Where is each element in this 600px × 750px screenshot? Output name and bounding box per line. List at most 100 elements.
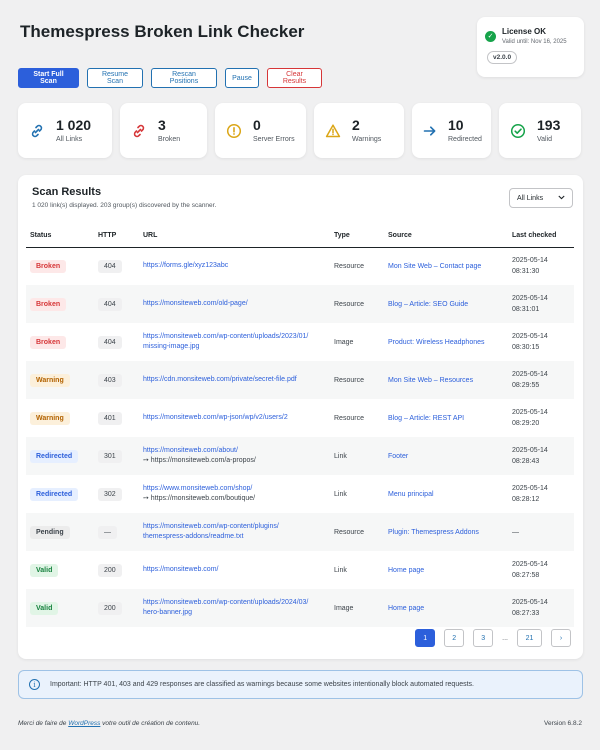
filter-select[interactable]: All Links <box>509 188 573 208</box>
http-code: 200 <box>98 563 122 577</box>
source-link[interactable]: Mon Site Web – Contact page <box>388 263 481 270</box>
pause-button[interactable]: Pause <box>225 68 259 88</box>
source-link[interactable]: Mon Site Web – Resources <box>388 377 473 384</box>
footer-prefix: Merci de faire de <box>18 720 69 727</box>
source-link[interactable]: Plugin: Themespress Addons <box>388 529 479 536</box>
source-link[interactable]: Footer <box>388 453 408 460</box>
stat-card-all-links: 1 020 All Links <box>18 103 112 158</box>
url-cell: https://monsiteweb.com/old-page/ <box>139 285 330 323</box>
source-link[interactable]: Menu principal <box>388 491 434 498</box>
source-link[interactable]: Blog – Article: SEO Guide <box>388 301 468 308</box>
info-icon: i <box>29 679 40 690</box>
column-header-url[interactable]: URL <box>139 225 330 248</box>
url-link[interactable]: https://monsiteweb.com/about/ <box>143 446 326 456</box>
last-checked-line: 2025-05-14 <box>512 295 548 302</box>
table-row: Warning 401 https://monsiteweb.com/wp-json… <box>26 399 574 437</box>
source-link[interactable]: Home page <box>388 567 424 574</box>
url-link[interactable]: hero-banner.jpg <box>143 608 326 618</box>
url-link[interactable]: https://cdn.monsiteweb.com/private/secre… <box>143 375 326 385</box>
toolbar: Start Full Scan Resume Scan Rescan Posit… <box>18 68 322 88</box>
last-checked-line: 2025-05-14 <box>512 447 548 454</box>
page-ellipsis: ... <box>502 634 508 642</box>
stat-value: 3 <box>158 117 166 133</box>
url-link[interactable]: https://monsiteweb.com/wp-content/upload… <box>143 332 326 342</box>
last-checked-line: 2025-05-14 <box>512 485 548 492</box>
pagination: 1 2 3 ... 21 › <box>415 629 571 647</box>
stat-card-valid: 193 Valid <box>499 103 581 158</box>
source-cell: Home page <box>384 551 508 589</box>
column-header-source[interactable]: Source <box>384 225 508 248</box>
last-checked-line: 08:30:15 <box>512 344 540 351</box>
url-link[interactable]: https://forms.gle/xyz123abc <box>143 261 326 271</box>
url-link[interactable]: missing-image.jpg <box>143 342 326 352</box>
column-header-status[interactable]: Status <box>26 225 94 248</box>
results-title: Scan Results <box>32 186 102 198</box>
source-link[interactable]: Home page <box>388 605 424 612</box>
last-checked-line: — <box>512 528 519 536</box>
url-cell: https://monsiteweb.com/ <box>139 551 330 589</box>
source-cell: Blog – Article: REST API <box>384 399 508 437</box>
last-checked-line: 08:28:12 <box>512 496 540 503</box>
url-link[interactable]: themespress-addons/readme.txt <box>143 532 326 542</box>
last-checked-line: 2025-05-14 <box>512 409 548 416</box>
last-checked-cell: 2025-05-14 08:27:33 <box>508 589 574 627</box>
stat-value: 2 <box>352 117 360 133</box>
page-button[interactable]: 3 <box>473 629 494 647</box>
redirect-target: ➙ https://monsiteweb.com/a-propos/ <box>143 457 256 464</box>
page-button[interactable]: 1 <box>415 629 436 647</box>
http-cell: 403 <box>94 361 139 399</box>
url-link[interactable]: https://monsiteweb.com/old-page/ <box>143 299 326 309</box>
http-cell: 404 <box>94 323 139 361</box>
resume-scan-button[interactable]: Resume Scan <box>87 68 143 88</box>
results-table: Status HTTP URL Type Source Last checked… <box>26 225 574 627</box>
status-badge: Broken <box>30 297 67 311</box>
footer-credit: Merci de faire de WordPress votre outil … <box>18 720 200 727</box>
wordpress-link[interactable]: WordPress <box>68 720 100 727</box>
column-header-http[interactable]: HTTP <box>94 225 139 248</box>
page-button[interactable]: 2 <box>444 629 465 647</box>
broken-link-icon <box>130 122 148 140</box>
stat-card-broken: 3 Broken <box>120 103 207 158</box>
last-checked-line: 08:31:01 <box>512 306 540 313</box>
url-link[interactable]: https://monsiteweb.com/wp-content/plugin… <box>143 522 326 532</box>
url-link[interactable]: https://monsiteweb.com/ <box>143 565 326 575</box>
page-button-last[interactable]: 21 <box>517 629 542 647</box>
last-checked-line: 2025-05-14 <box>512 371 548 378</box>
stat-label: Valid <box>537 136 553 143</box>
column-header-last-checked[interactable]: Last checked <box>508 225 574 248</box>
table-body: Broken 404 https://forms.gle/xyz123abc Reso… <box>26 247 574 627</box>
chevron-right-icon: › <box>559 634 563 642</box>
url-link[interactable]: https://monsiteweb.com/wp-json/wp/v2/use… <box>143 413 326 423</box>
status-badge: Redirected <box>30 449 79 463</box>
url-cell: https://www.monsiteweb.com/shop/➙ https:… <box>139 475 330 513</box>
footer-suffix: votre outil de création de contenu. <box>100 720 201 727</box>
next-page-button[interactable]: › <box>551 629 571 647</box>
notice-text: Important: HTTP 401, 403 and 429 respons… <box>50 681 474 688</box>
stat-label: Redirected <box>448 136 482 143</box>
last-checked-line: 2025-05-14 <box>512 333 548 340</box>
column-header-type[interactable]: Type <box>330 225 384 248</box>
http-cell: 200 <box>94 589 139 627</box>
url-link[interactable]: https://www.monsiteweb.com/shop/ <box>143 484 326 494</box>
last-checked-line: 08:27:58 <box>512 572 540 579</box>
clear-results-button[interactable]: Clear Results <box>267 68 322 88</box>
status-badge: Broken <box>30 335 67 349</box>
start-full-scan-button[interactable]: Start Full Scan <box>18 68 79 88</box>
stat-value: 10 <box>448 117 464 133</box>
source-link[interactable]: Product: Wireless Headphones <box>388 339 485 346</box>
table-row: Pending — https://monsiteweb.com/wp-conten… <box>26 513 574 551</box>
source-link[interactable]: Blog – Article: REST API <box>388 415 464 422</box>
http-code: 302 <box>98 487 122 501</box>
filter-selected-value: All Links <box>517 194 544 202</box>
type-cell: Resource <box>334 300 364 308</box>
last-checked-line: 08:29:55 <box>512 382 540 389</box>
status-badge: Redirected <box>30 487 79 501</box>
url-cell: https://monsiteweb.com/wp-content/plugin… <box>139 513 330 551</box>
warning-triangle-icon <box>324 122 342 140</box>
rescan-positions-button[interactable]: Rescan Positions <box>151 68 217 88</box>
alert-circle-icon <box>225 122 243 140</box>
url-cell: https://monsiteweb.com/about/➙ https://m… <box>139 437 330 475</box>
type-cell: Resource <box>334 376 364 384</box>
url-link[interactable]: https://monsiteweb.com/wp-content/upload… <box>143 598 326 608</box>
license-card: ✓ License OK Valid until: Nov 16, 2025 v… <box>477 17 584 77</box>
